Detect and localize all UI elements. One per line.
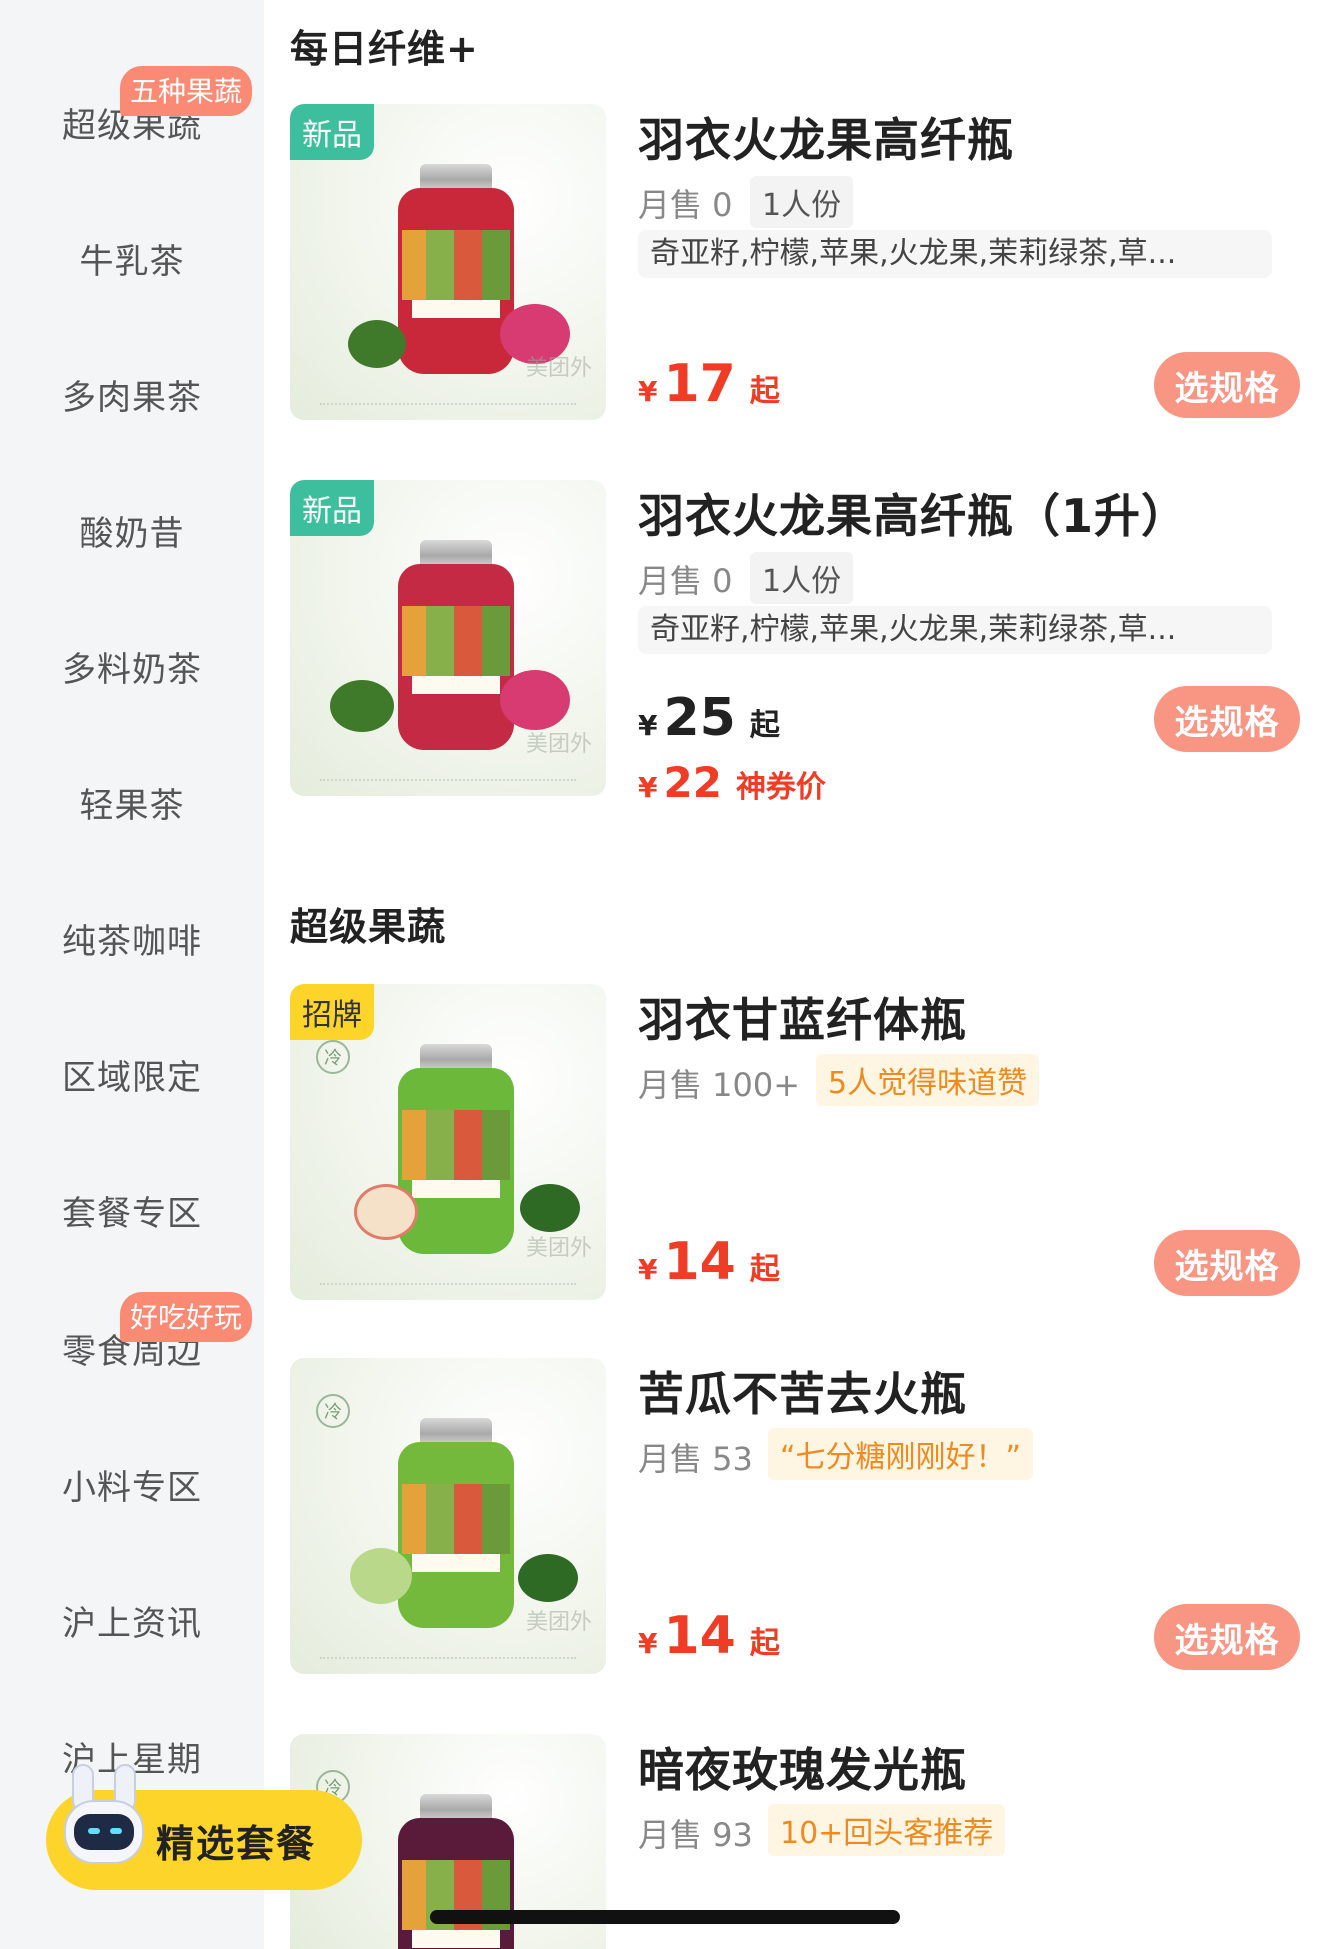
product-image[interactable]: 冷 美团外 招牌	[290, 984, 606, 1300]
review-highlight: 5人觉得味道赞	[816, 1054, 1040, 1106]
sidebar-item-yogurt-shake[interactable]: 酸奶昔	[0, 500, 264, 560]
monthly-sales: 月售 0	[638, 562, 733, 600]
bottle-image	[398, 1418, 514, 1628]
sidebar-item-label: 牛乳茶	[79, 241, 185, 282]
bottle-image	[398, 1794, 514, 1949]
price: ¥ 25 起	[638, 688, 780, 748]
robot-mascot-icon	[58, 1764, 150, 1886]
select-spec-button[interactable]: 选规格	[1154, 1604, 1300, 1670]
sidebar-item-label: 酸奶昔	[79, 513, 185, 554]
cold-icon: 冷	[316, 1394, 350, 1428]
sidebar-item-label: 套餐专区	[62, 1193, 202, 1234]
sidebar-item-label: 小料专区	[62, 1467, 202, 1508]
product-image[interactable]: 美团外 新品	[290, 480, 606, 796]
ingredients: 奇亚籽,柠檬,苹果,火龙果,茉莉绿茶,草...	[638, 606, 1272, 654]
product-image[interactable]: 美团外 新品	[290, 104, 606, 420]
watermark: 美团外	[525, 732, 592, 757]
serving-size: 1人份	[750, 552, 854, 604]
sidebar-item-toppings[interactable]: 小料专区	[0, 1454, 264, 1514]
cold-icon: 冷	[316, 1040, 350, 1074]
sidebar-item-badge: 五种果蔬	[119, 66, 252, 116]
sidebar-item-light-fruit-tea[interactable]: 轻果茶	[0, 772, 264, 832]
product-card[interactable]: 冷 美团外 苦瓜不苦去火瓶 月售 53 “七分糖刚刚好！” ¥ 14 起 选规格	[290, 1358, 1300, 1678]
new-tag: 新品	[290, 480, 374, 536]
product-card[interactable]: 美团外 新品 羽衣火龙果高纤瓶（1升） 月售 0 1人份 奇亚籽,柠檬,苹果,火…	[290, 480, 1300, 810]
section-title: 每日纤维+	[290, 27, 479, 71]
product-name: 苦瓜不苦去火瓶	[638, 1367, 967, 1421]
product-card[interactable]: 冷 美团外 招牌 羽衣甘蓝纤体瓶 月售 100+ 5人觉得味道赞 ¥ 14 起 …	[290, 984, 1300, 1304]
price-suffix: 起	[749, 1252, 780, 1287]
sidebar-item-tea-coffee[interactable]: 纯茶咖啡	[0, 908, 264, 968]
coupon-price-value: 22	[663, 758, 722, 807]
sidebar-item-label: 多料奶茶	[62, 649, 202, 690]
category-sidebar: 超级果蔬 五种果蔬 牛乳茶 多肉果茶 酸奶昔 多料奶茶 轻果茶 纯茶咖啡 区域限…	[0, 0, 264, 1949]
currency-symbol: ¥	[638, 1253, 658, 1286]
sidebar-item-news[interactable]: 沪上资讯	[0, 1590, 264, 1650]
bottle-image	[398, 540, 514, 750]
monthly-sales: 月售 53	[638, 1440, 753, 1478]
sidebar-item-label: 纯茶咖啡	[62, 921, 202, 962]
price: ¥ 14 起	[638, 1232, 780, 1292]
sidebar-item-super-fruit-veg[interactable]: 超级果蔬 五种果蔬	[0, 66, 264, 152]
sidebar-item-fruit-tea[interactable]: 多肉果茶	[0, 364, 264, 424]
sidebar-item-badge: 好吃好玩	[119, 1292, 252, 1342]
sidebar-item-milk-tea[interactable]: 牛乳茶	[0, 228, 264, 288]
product-name: 羽衣火龙果高纤瓶	[638, 113, 1014, 167]
price-value: 14	[663, 1232, 736, 1292]
combo-label: 精选套餐	[156, 1821, 317, 1866]
price: ¥ 14 起	[638, 1606, 780, 1666]
monthly-sales: 月售 0	[638, 186, 733, 224]
sidebar-item-snacks[interactable]: 零食周边 好吃好玩	[0, 1292, 264, 1378]
watermark: 美团外	[525, 1610, 592, 1635]
sidebar-item-label: 多肉果茶	[62, 377, 202, 418]
sidebar-item-label: 沪上资讯	[62, 1603, 202, 1644]
product-name: 羽衣火龙果高纤瓶（1升）	[638, 489, 1189, 543]
sidebar-item-label: 轻果茶	[79, 785, 185, 826]
section-title: 超级果蔬	[290, 905, 447, 949]
new-tag: 新品	[290, 104, 374, 160]
watermark: 美团外	[525, 356, 592, 381]
product-name: 羽衣甘蓝纤体瓶	[638, 993, 967, 1047]
monthly-sales: 月售 93	[638, 1816, 753, 1854]
bottle-image	[398, 164, 514, 374]
currency-symbol: ¥	[638, 771, 658, 804]
signature-tag: 招牌	[290, 984, 374, 1040]
sidebar-item-topping-milk-tea[interactable]: 多料奶茶	[0, 636, 264, 696]
price-value: 17	[663, 354, 736, 414]
monthly-sales: 月售 100+	[638, 1066, 801, 1104]
product-image[interactable]: 冷 美团外	[290, 1358, 606, 1674]
select-spec-button[interactable]: 选规格	[1154, 686, 1300, 752]
review-highlight: “七分糖刚刚好！”	[768, 1428, 1034, 1480]
coupon-price: ¥ 22 神券价	[638, 758, 826, 807]
sidebar-item-regional-limited[interactable]: 区域限定	[0, 1044, 264, 1104]
ingredients: 奇亚籽,柠檬,苹果,火龙果,茉莉绿茶,草...	[638, 230, 1272, 278]
currency-symbol: ¥	[638, 375, 658, 408]
sidebar-item-label: 区域限定	[62, 1057, 202, 1098]
price-value: 25	[663, 688, 736, 748]
featured-combo-button[interactable]: 精选套餐	[46, 1764, 362, 1890]
price-suffix: 起	[749, 708, 780, 743]
select-spec-button[interactable]: 选规格	[1154, 352, 1300, 418]
price-value: 14	[663, 1606, 736, 1666]
product-card[interactable]: 美团外 新品 羽衣火龙果高纤瓶 月售 0 1人份 奇亚籽,柠檬,苹果,火龙果,茉…	[290, 104, 1300, 424]
watermark: 美团外	[525, 1236, 592, 1261]
currency-symbol: ¥	[638, 709, 658, 742]
home-indicator[interactable]	[430, 1910, 900, 1924]
price-suffix: 起	[749, 1626, 780, 1661]
price: ¥ 17 起	[638, 354, 780, 414]
currency-symbol: ¥	[638, 1627, 658, 1660]
review-highlight: 10+回头客推荐	[768, 1804, 1006, 1856]
serving-size: 1人份	[750, 176, 854, 228]
coupon-label: 神券价	[735, 770, 826, 805]
sidebar-item-combo-zone[interactable]: 套餐专区	[0, 1180, 264, 1240]
product-name: 暗夜玫瑰发光瓶	[638, 1743, 967, 1797]
select-spec-button[interactable]: 选规格	[1154, 1230, 1300, 1296]
price-suffix: 起	[749, 374, 780, 409]
